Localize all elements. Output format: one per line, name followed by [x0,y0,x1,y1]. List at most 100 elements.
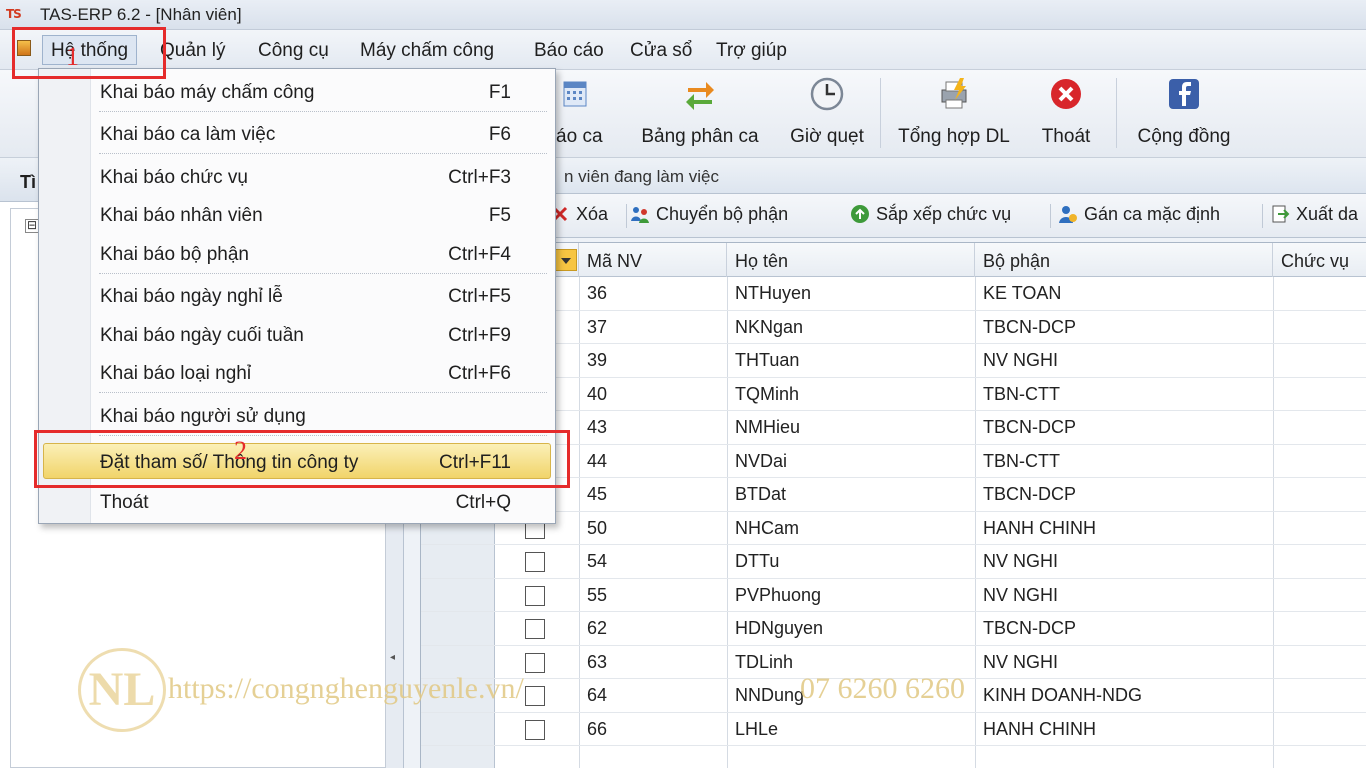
row-checkbox[interactable] [525,652,545,673]
menu-item-5[interactable]: Khai báo bộ phận Ctrl+F4 [91,237,555,271]
row-checkbox[interactable] [525,585,545,606]
menu-item-11[interactable]: Thoát Ctrl+Q [91,485,555,519]
tree-collapse-icon[interactable]: ⊟ [25,219,39,233]
printer-lightning-icon [941,78,967,109]
menu-tro-giup[interactable]: Trợ giúp [710,38,793,64]
toolbar-separator [1116,78,1117,148]
toolbar-bang-phan-ca-button[interactable]: Bảng phân ca [632,76,768,148]
cell-bo-phan: NV NGHI [983,551,1059,571]
cell-ho-ten: NHCam [735,517,800,538]
menu-cua-so[interactable]: Cửa sổ [624,38,698,64]
assign-default-shift-label: Gán ca mặc định [1084,204,1221,224]
cell-ho-ten: DTTu [735,551,780,571]
cell-ho-ten: THTuan [735,350,800,370]
transfer-department-button[interactable]: Chuyển bộ phận [630,204,788,225]
cell-ho-ten: NTHuyen [735,283,812,303]
cell-ma-nv: 50 [587,517,608,538]
cell-ho-ten: BTDat [735,484,787,504]
menu-item-shortcut: Ctrl+F3 [448,167,511,188]
delete-label: Xóa [576,204,609,224]
assign-default-shift-button[interactable]: Gán ca mặc định [1058,204,1220,225]
menu-item-label: Khai báo người sử dụng [100,406,306,427]
app-logo-text: TS [6,7,22,21]
cell-bo-phan: HANH CHINH [983,517,1097,538]
export-label: Xuất da [1296,204,1359,224]
menu-item-3[interactable]: Khai báo chức vụ Ctrl+F3 [91,160,555,194]
menu-item-4[interactable]: Khai báo nhân viên F5 [91,198,555,232]
delete-button[interactable]: Xóa [550,204,608,225]
toolbar-cong-dong-label: Cộng đồng [1137,126,1231,147]
row-checkbox[interactable] [525,552,545,572]
menu-item-shortcut: F6 [488,124,511,145]
menu-item-label: Khai báo nhân viên [100,205,263,226]
toolbar-tong-hop-dl-button[interactable]: Tổng hợp DL [890,76,1018,148]
cell-bo-phan: KINH DOANH-NDG [983,685,1143,705]
cell-bo-phan: NV NGHI [983,584,1059,605]
export-button[interactable]: Xuất da [1270,204,1358,225]
row-checkbox[interactable] [525,619,545,639]
cell-bo-phan: NV NGHI [983,350,1059,370]
clock-icon [810,77,844,111]
table-row[interactable]: 62 HDNguyen TBCN-DCP [421,612,1366,646]
row-checkbox[interactable] [525,719,545,740]
cell-ma-nv: 62 [587,618,608,638]
menu-item-label: Khai báo bộ phận [100,244,249,265]
menu-item-7[interactable]: Khai báo ngày cuối tuần Ctrl+F9 [91,318,555,352]
cell-bo-phan: HANH CHINH [983,718,1097,739]
cell-ma-nv: 64 [587,685,608,705]
annotation-box-step-1 [12,27,166,79]
window-title: TAS-ERP 6.2 - [Nhân viên] [40,5,242,24]
cell-bo-phan: TBCN-DCP [983,484,1076,504]
table-row[interactable]: 37 NKNgan TBCN-DCP [421,311,1366,344]
cell-bo-phan: TBN-CTT [983,450,1060,471]
column-header-ho-ten[interactable]: Họ tên [727,243,975,277]
menu-item-shortcut: Ctrl+F6 [448,363,511,384]
table-row[interactable]: 55 PVPhuong NV NGHI [421,579,1366,612]
menu-item-label: Khai báo ngày cuối tuần [100,325,304,346]
cell-ma-nv: 39 [587,350,608,370]
menu-cong-cu[interactable]: Công cụ [252,38,335,64]
table-row[interactable]: 36 NTHuyen KE TOAN [421,277,1366,311]
filter-dropdown-icon[interactable] [555,249,577,271]
menu-item-2[interactable]: Khai báo ca làm việc F6 [91,117,555,151]
table-row[interactable]: 39 THTuan NV NGHI [421,344,1366,378]
cell-bo-phan: NV NGHI [983,651,1059,672]
cell-ma-nv: 36 [587,283,608,303]
toolbar-cong-dong-button[interactable]: Cộng đồng [1126,76,1242,148]
toolbar-gio-quet-button[interactable]: Giờ quẹt [784,76,870,148]
toolbar-gio-quet-label: Giờ quẹt [790,126,864,147]
menu-item-9[interactable]: Khai báo người sử dụng [91,399,555,433]
menu-item-1[interactable]: Khai báo máy chấm công F1 [91,75,555,109]
watermark-phone: 07 6260 6260 [800,672,965,705]
grid-toolbar-separator [1262,204,1263,228]
menu-item-shortcut: F5 [488,205,511,226]
cell-bo-phan: TBCN-DCP [983,316,1076,337]
table-row[interactable]: 50 NHCam HANH CHINH [421,512,1366,545]
menu-bao-cao[interactable]: Báo cáo [528,38,610,64]
splitter-arrow-icon[interactable]: ◂ [390,652,395,663]
sort-position-button[interactable]: Sắp xếp chức vụ [850,204,1011,225]
cell-ma-nv: 54 [587,551,608,571]
menu-may-cham-cong[interactable]: Máy chấm công [354,38,500,64]
menu-item-shortcut: Ctrl+F5 [448,286,511,307]
grid-toolbar-separator [626,204,627,228]
menu-item-8[interactable]: Khai báo loại nghỉ Ctrl+F6 [91,356,555,390]
watermark-url: https://congnghenguyenle.vn/ [168,672,524,705]
title-bar: TS TAS-ERP 6.2 - [Nhân viên] [0,0,1366,30]
menu-item-label: Khai báo loại nghỉ [100,363,252,384]
row-checkbox[interactable] [525,686,545,706]
annotation-number-2: 2 [234,436,247,465]
menu-item-6[interactable]: Khai báo ngày nghỉ lễ Ctrl+F5 [91,279,555,313]
menu-item-shortcut: F1 [488,82,511,103]
column-header-chuc-vu[interactable]: Chức vụ [1273,243,1366,277]
toolbar-thoat-button[interactable]: Thoát [1030,76,1102,148]
grid-header: Mã NV Họ tên Bộ phận Chức vụ [421,243,1366,277]
table-row[interactable]: 54 DTTu NV NGHI [421,545,1366,579]
menu-item-label: Thoát [100,492,149,513]
cell-chuc-vu [1273,311,1366,344]
column-header-bo-phan[interactable]: Bộ phận [975,243,1273,277]
swap-arrows-icon [686,82,714,110]
table-row[interactable]: 66 LHLe HANH CHINH [421,713,1366,746]
table-row[interactable]: 40 TQMinh TBN-CTT [421,378,1366,411]
column-header-ma-nv[interactable]: Mã NV [579,243,727,277]
